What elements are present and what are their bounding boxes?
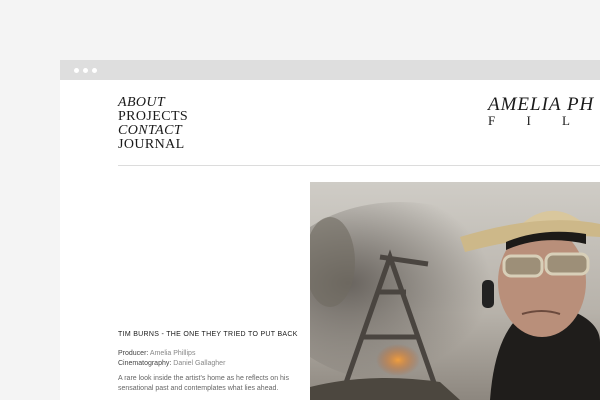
hero-photo-illustration: [310, 182, 600, 400]
project-description: A rare look inside the artist's home as …: [118, 375, 289, 392]
cinematography-label: Cinematography:: [118, 360, 172, 367]
site-logo[interactable]: AMELIA PH F I L M M: [488, 94, 600, 128]
window-dot-icon: [74, 68, 79, 73]
nav-link-contact[interactable]: CONTACT: [118, 124, 188, 138]
project-hero-image[interactable]: [310, 182, 600, 400]
cinematography-line: Cinematography: Daniel Gallagher: [118, 359, 225, 369]
nav-link-about[interactable]: ABOUT: [118, 96, 188, 110]
window-dot-icon: [92, 68, 97, 73]
logo-subtitle: F I L M M: [488, 113, 600, 128]
header-divider: [118, 165, 600, 166]
browser-window: ABOUT PROJECTS CONTACT JOURNAL AMELIA PH…: [60, 60, 600, 400]
browser-title-bar: [60, 60, 600, 80]
nav-link-journal[interactable]: JOURNAL: [118, 138, 188, 152]
producer-line: Producer: Amelia Phillips: [118, 349, 225, 359]
producer-name: Amelia Phillips: [149, 350, 196, 357]
logo-name: AMELIA PH: [488, 94, 595, 115]
window-dot-icon: [83, 68, 88, 73]
main-nav: ABOUT PROJECTS CONTACT JOURNAL: [118, 96, 188, 152]
project-title[interactable]: TIM BURNS - THE ONE THEY TRIED TO PUT BA…: [118, 331, 298, 338]
cinematographer-name: Daniel Gallagher: [173, 360, 226, 367]
nav-link-projects[interactable]: PROJECTS: [118, 110, 188, 124]
producer-label: Producer:: [118, 350, 149, 357]
project-credits: Producer: Amelia Phillips Cinematography…: [118, 349, 225, 369]
